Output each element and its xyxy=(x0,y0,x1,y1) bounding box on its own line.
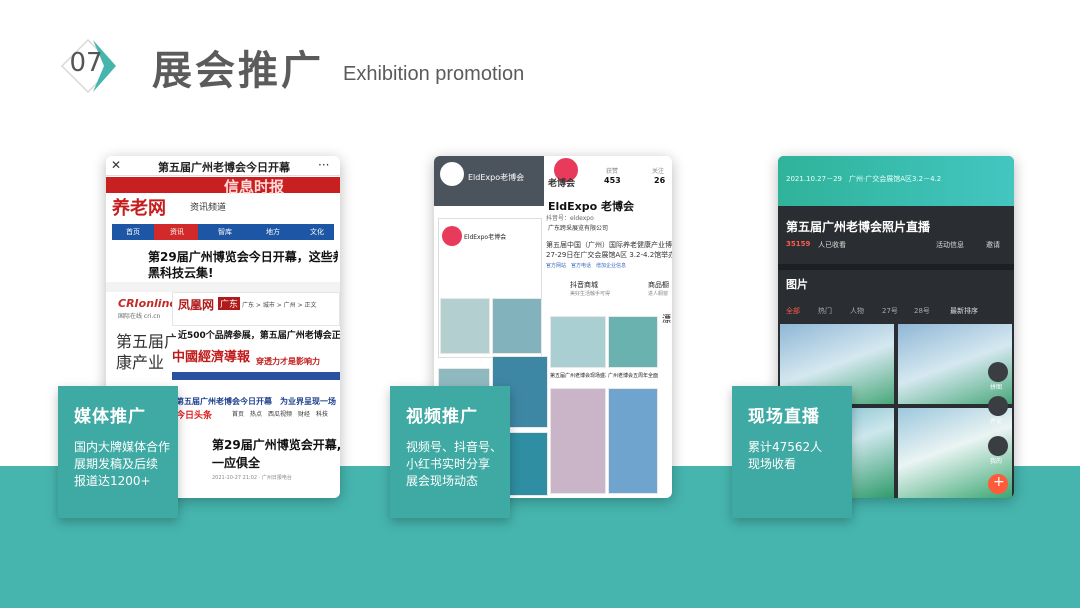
card-title: 现场直播 xyxy=(748,407,820,427)
sort-latest: 最新排序 xyxy=(950,307,978,315)
more-icon: ··· xyxy=(318,158,330,172)
article-title-line1: 第29届广州博览会今日开幕，这些养老 xyxy=(148,250,338,264)
video-caption-1: 第五届广州老博会现场盛况! xyxy=(550,373,606,379)
nav-item-culture: 文化 xyxy=(310,228,324,236)
card-line: 国内大牌媒体合作 xyxy=(74,440,171,454)
comment-icon xyxy=(988,396,1008,416)
nav-item-local: 地方 xyxy=(266,228,280,236)
preview-account-name: EldExpo老博会 xyxy=(464,234,507,241)
stat-likes: 453 xyxy=(604,176,621,185)
toutiao-title-line2: 一应俱全 xyxy=(212,456,261,470)
card-line: 小红书实时分享 xyxy=(406,457,491,471)
divider xyxy=(106,282,340,292)
tab-all: 全部 xyxy=(786,307,800,315)
page-title: 展会推广 xyxy=(152,48,324,94)
ifeng-title: 近500个品牌参展，第五届广州老博会正式开 xyxy=(178,331,340,341)
puzzle-icon xyxy=(988,362,1008,382)
toutiao-nav: 首页 热点 西瓜视频 财经 科技 xyxy=(232,411,329,418)
mall-sub: 美好生活触手可得 xyxy=(570,291,611,297)
economy-logo: 中國經濟導報 xyxy=(172,350,251,365)
tab-hot: 热门 xyxy=(818,307,832,315)
channel-label: 资讯频道 xyxy=(190,203,227,213)
economy-nav xyxy=(172,372,340,380)
card-line: 现场收看 xyxy=(748,457,797,471)
event-date-bar: 2021.10.27－29 广州·广交会展馆A区3.2－4.2 xyxy=(786,175,942,183)
stat-likes-label: 获赞 xyxy=(606,168,619,175)
mine-label: 我的 xyxy=(990,458,1003,465)
account-avatar xyxy=(440,162,464,186)
viewer-label: 人已收看 xyxy=(818,241,846,249)
economy-slogan: 穿透力才是影响力 xyxy=(256,357,320,366)
tab-27: 27号 xyxy=(882,307,898,315)
brand-logo-text: 老博会 xyxy=(548,179,576,189)
section-number: 07 xyxy=(69,48,103,78)
live-broadcast-card: 现场直播 累计47562人 现场收看 xyxy=(732,386,852,518)
video-promotion-card: 视频推广 视频号、抖音号、 小红书实时分享 展会现场动态 xyxy=(390,386,510,518)
cri-logo: CRIonline xyxy=(118,297,177,310)
tab-28: 28号 xyxy=(914,307,930,315)
divider xyxy=(778,264,1014,270)
company-name: 广东跨采展览有限公司 xyxy=(548,225,609,232)
toutiao-meta: 2021-10-27 21:02 · 广州日报电台 xyxy=(212,475,292,481)
stat-follow: 26 xyxy=(654,176,666,185)
page-subtitle: Exhibition promotion xyxy=(343,63,525,85)
cri-subtitle: 国际在线 cri.cn xyxy=(118,313,161,320)
red-masthead xyxy=(106,177,340,193)
media-promotion-card: 媒体推广 国内大牌媒体合作 展期发稿及后续 报道达1200+ xyxy=(58,386,178,518)
card-title: 媒体推广 xyxy=(74,407,146,427)
invite-button: 邀请 xyxy=(986,241,1000,249)
side-char: 漂 xyxy=(662,315,672,325)
nav-item-news: 资讯 xyxy=(170,228,184,236)
add-symbol: + xyxy=(993,474,1005,490)
article-headline: 第五届广州老博会今日开幕 xyxy=(158,161,290,174)
jinri-toutiao-logo: 今日头条 xyxy=(176,411,213,421)
viewer-count: 35159 xyxy=(786,240,811,248)
profile-tags: 官方网站 官方电话 增加企业信息 xyxy=(546,263,627,269)
red-article-title: 第五届广州老博会今日开幕 为业界呈现一场 xyxy=(176,397,336,406)
ifeng-path: 广东 > 城市 > 广州 > 正文 xyxy=(242,302,317,309)
profile-desc-1: 第五届中国（广州）国际养老健康产业博 xyxy=(546,241,672,249)
video-thumb xyxy=(440,298,490,354)
video-thumb xyxy=(492,298,542,354)
live-title: 第五届广州老博会照片直播 xyxy=(786,220,931,234)
card-line: 展会现场动态 xyxy=(406,474,479,488)
preview-avatar-icon xyxy=(442,226,462,246)
user-icon xyxy=(988,436,1008,456)
card-line: 视频号、抖音号、 xyxy=(406,440,503,454)
card-title: 视频推广 xyxy=(406,407,478,427)
account-name-small: EldExpo老博会 xyxy=(468,173,525,182)
stat-follow-label: 关注 xyxy=(652,168,665,175)
photos-section-title: 图片 xyxy=(786,278,808,291)
puzzle-label: 拼图 xyxy=(990,384,1003,391)
comment-label: 评论 xyxy=(990,418,1003,425)
profile-title: EldExpo 老博会 xyxy=(548,200,635,213)
video-tile xyxy=(550,388,606,494)
big-text-line2: 康产业 xyxy=(116,353,165,372)
card-line: 累计47562人 xyxy=(748,440,823,454)
mall-label: 抖音商城 xyxy=(570,281,598,289)
site-logo: 养老网 xyxy=(112,198,166,219)
video-tile xyxy=(608,316,658,368)
nav-item-home: 首页 xyxy=(126,228,140,236)
ifeng-logo: 凤凰网 xyxy=(178,298,215,312)
toutiao-title-line1: 第29届广州博览会开幕, xyxy=(212,438,340,452)
video-tile xyxy=(608,388,658,494)
goods-label: 商品橱 xyxy=(648,281,669,289)
masthead-banner: 信息时报 xyxy=(224,178,285,196)
card-line: 展期发稿及后续 xyxy=(74,457,159,471)
goods-sub: 进人橱窗 xyxy=(648,291,669,297)
ifeng-tag: 广东 xyxy=(218,297,241,310)
video-caption-2: 广州老博会五周年全面升级,打造康养服务 xyxy=(608,373,658,379)
article-title-line2: 黑科技云集! xyxy=(148,266,214,280)
video-tile xyxy=(550,316,606,368)
tab-people: 人物 xyxy=(850,307,864,315)
douyin-id: 抖音号：eldexpo xyxy=(546,215,594,222)
nav-item-think: 智库 xyxy=(218,228,232,236)
card-line: 报道达1200+ xyxy=(74,474,151,488)
close-icon: ✕ xyxy=(111,158,122,172)
event-info-button: 活动信息 xyxy=(936,241,964,249)
profile-desc-2: 27-29日在广交会展馆A区 3.2-4.2馆举办, xyxy=(546,251,672,259)
